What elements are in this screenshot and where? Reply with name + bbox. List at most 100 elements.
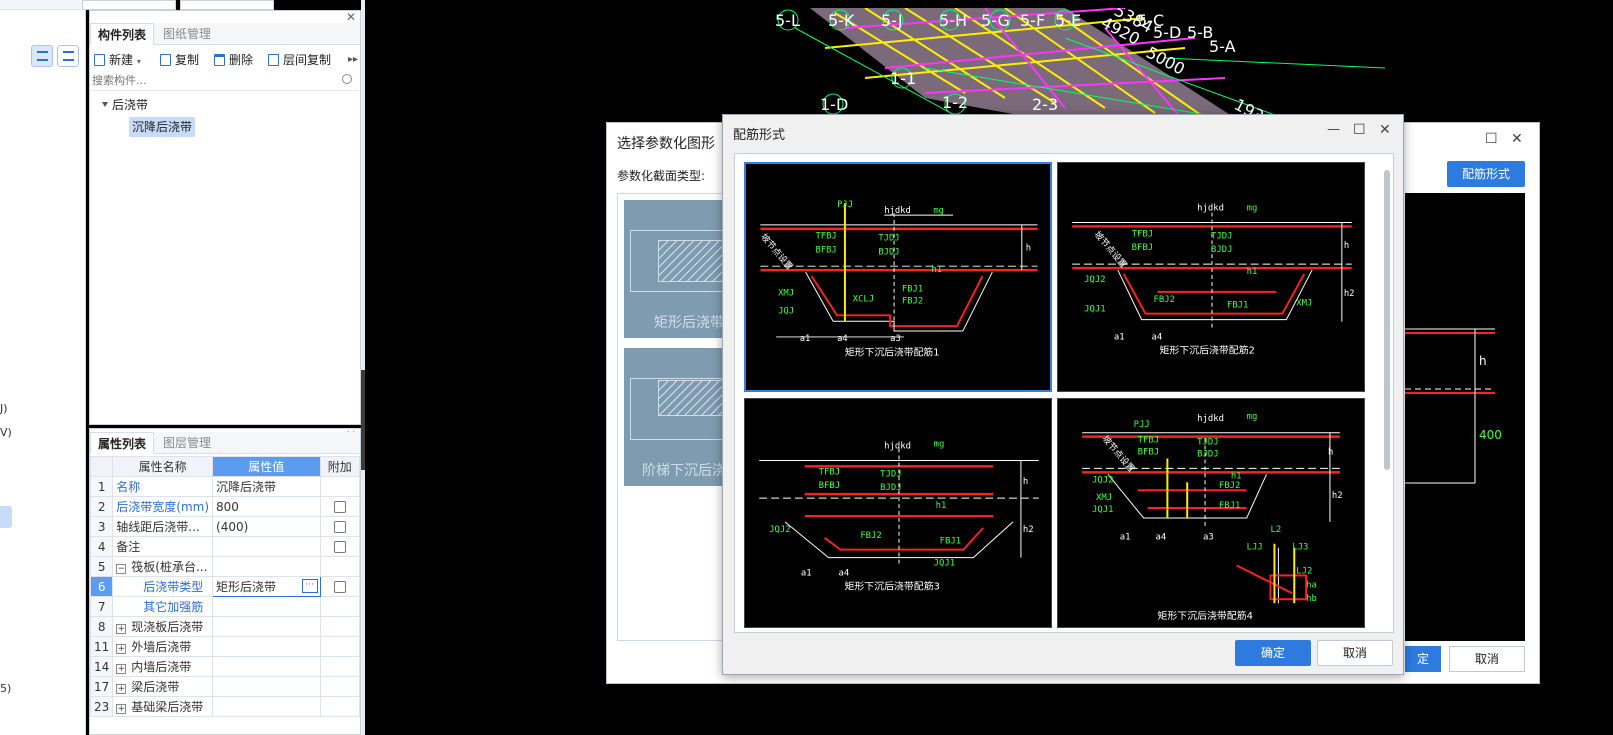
label-jqj2: JQJ2 bbox=[1092, 475, 1113, 485]
left-item-text-2: V) bbox=[0, 426, 12, 439]
label-fbj2: FBJ2 bbox=[860, 531, 881, 541]
label-lj2: LJ2 bbox=[1296, 566, 1312, 576]
table-row[interactable]: 17 + 梁后浇带 bbox=[89, 676, 361, 697]
table-row[interactable]: 5 − 筏板(桩承台... bbox=[89, 556, 361, 577]
rebar-option-4[interactable]: PJJ TFBJ BFBJ TJDJ BJDJ mg JQJ2 XMJ JQJ1… bbox=[1057, 398, 1365, 628]
table-row-selected[interactable]: 6 后浇带类型 矩形后浇带 ··· bbox=[89, 576, 361, 597]
label-a1: a1 bbox=[1120, 533, 1131, 543]
label-bjdj: BJDJ bbox=[1211, 245, 1232, 255]
tree-node-post-cast[interactable]: 后浇带 bbox=[102, 96, 148, 113]
maximize-icon[interactable]: ☐ bbox=[1485, 131, 1498, 147]
new-button[interactable]: 新建 ▾ bbox=[94, 51, 141, 69]
label-a3: a3 bbox=[1203, 533, 1214, 543]
label-l2: L2 bbox=[1270, 525, 1281, 535]
cad-axis-label: 1-2 bbox=[942, 93, 968, 112]
search-icon[interactable] bbox=[342, 74, 352, 84]
collapse-icon[interactable]: − bbox=[116, 564, 127, 574]
tab-property-list[interactable]: 属性列表 bbox=[90, 432, 155, 454]
minimize-icon[interactable]: — bbox=[1327, 122, 1340, 137]
ok-button[interactable]: 确定 bbox=[1235, 640, 1311, 666]
rebar-option-1[interactable]: PJJ TFBJ BFBJ TJDJ BJDJ mg XMJ JQJ XCLJ … bbox=[744, 162, 1052, 392]
expand-icon[interactable]: + bbox=[116, 644, 127, 654]
close-icon[interactable]: ✕ bbox=[346, 10, 356, 24]
more-options-icon[interactable]: ··· bbox=[301, 579, 318, 593]
maximize-icon[interactable]: ☐ bbox=[1353, 122, 1366, 138]
extra-checkbox[interactable] bbox=[333, 580, 346, 593]
label-h: h bbox=[1344, 241, 1349, 251]
table-row[interactable]: 7 其它加强筋 bbox=[89, 596, 361, 617]
table-row[interactable]: 2 后浇带宽度(mm) 800 bbox=[89, 496, 361, 517]
cad-axis-label: 1-1 bbox=[890, 69, 916, 88]
expand-icon[interactable]: + bbox=[116, 704, 127, 714]
left-top-bar bbox=[0, 0, 86, 10]
option-caption-2: 矩形下沉后浇带配筋2 bbox=[1159, 343, 1254, 356]
expand-icon[interactable]: + bbox=[116, 684, 127, 694]
caret-down-icon[interactable] bbox=[102, 102, 108, 107]
tree-node-settlement[interactable]: 沉降后浇带 bbox=[129, 117, 196, 137]
copy-button[interactable]: 复制 bbox=[160, 51, 199, 69]
tab-layer-manage[interactable]: 图层管理 bbox=[156, 432, 218, 454]
label-a4: a4 bbox=[1155, 533, 1166, 543]
extra-checkbox[interactable] bbox=[333, 540, 346, 553]
thumb-rect-post-cast[interactable]: 矩形后浇带 bbox=[624, 200, 724, 338]
expand-icon[interactable]: + bbox=[116, 624, 127, 634]
label-bfbj: BFBJ bbox=[819, 481, 840, 491]
list-view-button[interactable] bbox=[31, 45, 53, 67]
close-icon[interactable]: ✕ bbox=[1379, 122, 1391, 138]
table-row[interactable]: 8 + 现浇板后浇带 bbox=[89, 616, 361, 637]
cad-axis-label: 5-H bbox=[939, 11, 967, 30]
rebar-option-2[interactable]: TFBJ BFBJ TJDJ BJDJ mg JQJ2 JQJ1 FBJ2 FB… bbox=[1057, 162, 1365, 392]
label-h1: h1 bbox=[1247, 267, 1258, 277]
more-arrow-icon[interactable]: ▸▸ bbox=[348, 51, 358, 69]
section-type-list: 矩形后浇带 阶梯下沉后浇 bbox=[617, 193, 727, 641]
options-scrollbar[interactable] bbox=[1383, 160, 1391, 630]
tab-drawing-manage[interactable]: 图纸管理 bbox=[156, 23, 218, 45]
header-extra: 附加 bbox=[319, 456, 361, 477]
table-row[interactable]: 14 + 内墙后浇带 bbox=[89, 656, 361, 677]
scrollbar-thumb[interactable] bbox=[1384, 170, 1390, 470]
label-mg: mg bbox=[1247, 204, 1258, 214]
table-row[interactable]: 4 备注 bbox=[89, 536, 361, 557]
top-input-1[interactable] bbox=[82, 0, 176, 10]
search-input[interactable] bbox=[92, 71, 332, 89]
cancel-button-back[interactable]: 取消 bbox=[1449, 646, 1525, 672]
chevron-down-icon[interactable]: ▾ bbox=[137, 57, 141, 66]
label-a4: a4 bbox=[1152, 332, 1163, 342]
header-name: 属性名称 bbox=[112, 456, 214, 477]
label-mg: mg bbox=[1247, 412, 1258, 422]
label-jqj2: JQJ2 bbox=[1084, 275, 1105, 285]
expand-icon[interactable]: + bbox=[116, 664, 127, 674]
table-row[interactable]: 11 + 外墙后浇带 bbox=[89, 636, 361, 657]
cancel-button[interactable]: 取消 bbox=[1317, 640, 1393, 666]
label-jqj1: JQJ1 bbox=[1084, 305, 1105, 315]
detail-view-button[interactable] bbox=[57, 45, 79, 67]
rebar-form-button[interactable]: 配筋形式 bbox=[1447, 161, 1525, 187]
table-row[interactable]: 3 轴线距后浇带... (400) bbox=[89, 516, 361, 537]
left-selected-item[interactable] bbox=[0, 506, 12, 528]
extra-checkbox[interactable] bbox=[333, 500, 346, 513]
table-row[interactable]: 23 + 基础梁后浇带 bbox=[89, 696, 361, 717]
label-mg: mg bbox=[934, 440, 945, 450]
floor-copy-button[interactable]: 层间复制 bbox=[268, 51, 331, 69]
rebar-option-3[interactable]: TFBJ BFBJ TJDJ BJDJ mg JQJ2 FBJ2 FBJ1 JQ… bbox=[744, 398, 1052, 628]
label-h: h bbox=[1328, 448, 1333, 458]
extra-checkbox[interactable] bbox=[333, 520, 346, 533]
cad-axis-label: 5-D bbox=[1153, 23, 1181, 42]
top-input-2[interactable] bbox=[180, 0, 274, 10]
close-icon[interactable]: ✕ bbox=[1511, 131, 1523, 147]
label-lj3: LJ3 bbox=[1292, 543, 1308, 553]
label-fbj1: FBJ1 bbox=[1227, 301, 1248, 311]
rebar-drawing-2: TFBJ BFBJ TJDJ BJDJ mg JQJ2 JQJ1 FBJ2 FB… bbox=[1072, 204, 1355, 356]
label-tjdj: TJDJ bbox=[1211, 231, 1232, 241]
table-row[interactable]: 1 名称 沉降后浇带 bbox=[89, 476, 361, 497]
label-mg: mg bbox=[933, 206, 944, 216]
label-tfbj: TFBJ bbox=[1138, 436, 1159, 446]
label-h: h bbox=[1026, 243, 1031, 253]
thumb-step-post-cast[interactable]: 阶梯下沉后浇 bbox=[624, 348, 726, 486]
label-hjdkd: hjdkd bbox=[1197, 204, 1224, 214]
delete-button[interactable]: 删除 bbox=[214, 51, 253, 69]
ok-button-back[interactable]: 定 bbox=[1405, 646, 1441, 672]
label-tjdj: TJDJ bbox=[878, 234, 899, 244]
tab-component-list[interactable]: 构件列表 bbox=[90, 23, 155, 45]
post-cast-type-field[interactable]: 矩形后浇带 ··· bbox=[212, 576, 321, 597]
